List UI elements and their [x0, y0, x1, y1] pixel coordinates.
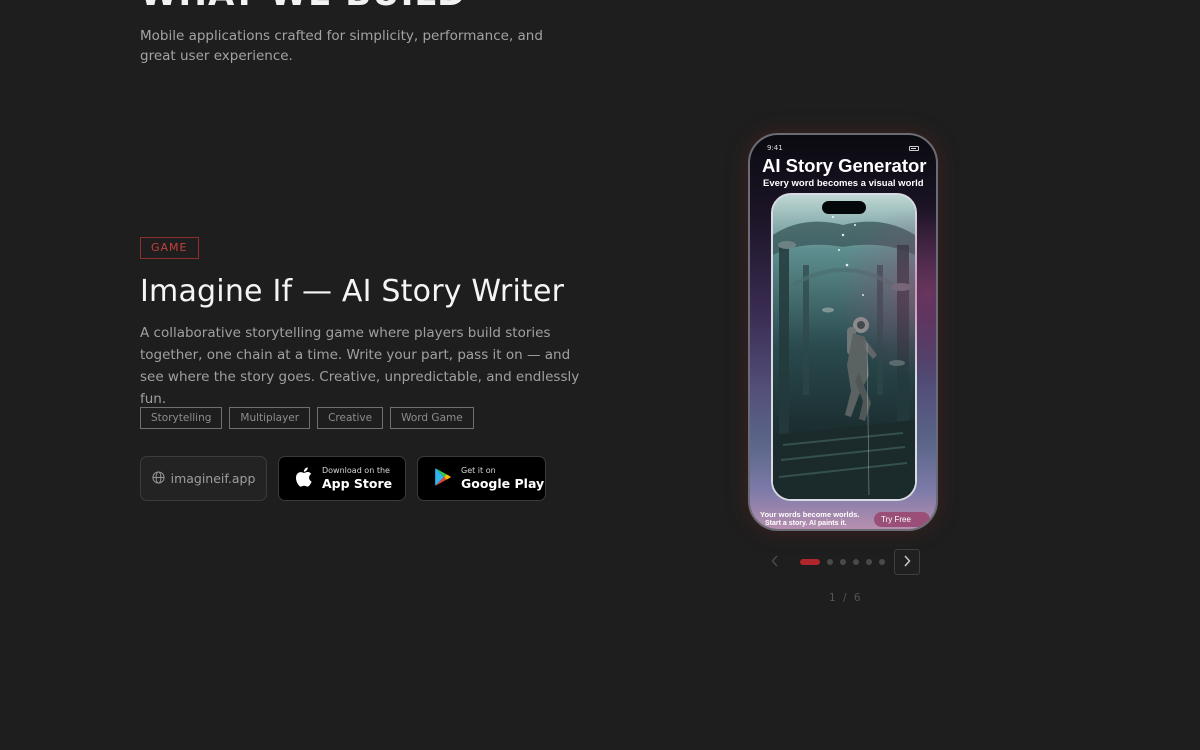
carousel-dot[interactable] — [879, 559, 885, 565]
screenshot-subtitle: Every word becomes a visual world — [763, 178, 924, 189]
google-play-label: Google Play — [461, 475, 545, 491]
carousel-dots — [800, 559, 885, 565]
screenshot-title: AI Story Generator — [762, 155, 927, 176]
carousel-next-button[interactable] — [894, 549, 920, 575]
google-play-small: Get it on — [461, 465, 496, 475]
section-heading: WHAT WE BUILD — [140, 0, 466, 14]
dynamic-island — [822, 201, 866, 214]
page: WHAT WE BUILD Mobile applications crafte… — [0, 0, 1200, 750]
screenshot-footer-line1: Your words become worlds. — [760, 510, 860, 519]
website-label: imagineif.app — [170, 471, 256, 486]
app-screenshot: 9:41 AI Story Generator Every word becom… — [748, 133, 938, 531]
app-store-button[interactable]: Download on the App Store — [278, 456, 406, 501]
status-time: 9:41 — [767, 144, 783, 152]
carousel-dot[interactable] — [827, 559, 833, 565]
carousel-dot[interactable] — [853, 559, 859, 565]
chevron-left-icon — [771, 554, 779, 571]
google-play-text: Get it on Google Play — [461, 465, 545, 491]
website-link[interactable]: imagineif.app — [140, 456, 267, 501]
diver-illustration — [773, 195, 915, 499]
app-store-label: App Store — [322, 475, 393, 491]
carousel-counter: 1 / 6 — [829, 592, 863, 604]
carousel-dot[interactable] — [866, 559, 872, 565]
carousel-controls — [762, 549, 920, 575]
screenshot-footer-line2: Start a story. AI paints it. — [765, 520, 847, 527]
google-play-icon — [435, 467, 451, 490]
inner-phone-frame — [771, 193, 917, 501]
app-title: Imagine If — AI Story Writer — [140, 274, 565, 309]
app-store-small: Download on the — [322, 465, 390, 475]
google-play-button[interactable]: Get it on Google Play — [417, 456, 546, 501]
tag: Word Game — [390, 407, 474, 429]
carousel-dot-active[interactable] — [800, 559, 820, 565]
battery-icon — [909, 146, 919, 151]
globe-icon — [152, 470, 165, 487]
tag: Multiplayer — [229, 407, 311, 429]
app-links: imagineif.app Download on the App Store — [140, 456, 546, 501]
app-store-text: Download on the App Store — [322, 465, 393, 491]
tag: Storytelling — [140, 407, 223, 429]
tag: Creative — [317, 407, 384, 429]
carousel-dot[interactable] — [840, 559, 846, 565]
category-badge: GAME — [140, 237, 199, 259]
app-description: A collaborative storytelling game where … — [140, 325, 580, 407]
try-free-badge: Try Free — [874, 512, 930, 527]
chevron-right-icon — [903, 554, 911, 571]
tag-list: Storytelling Multiplayer Creative Word G… — [140, 407, 474, 429]
apple-icon — [295, 466, 312, 491]
carousel-prev-button[interactable] — [762, 549, 788, 575]
section-subtitle: Mobile applications crafted for simplici… — [140, 28, 543, 64]
